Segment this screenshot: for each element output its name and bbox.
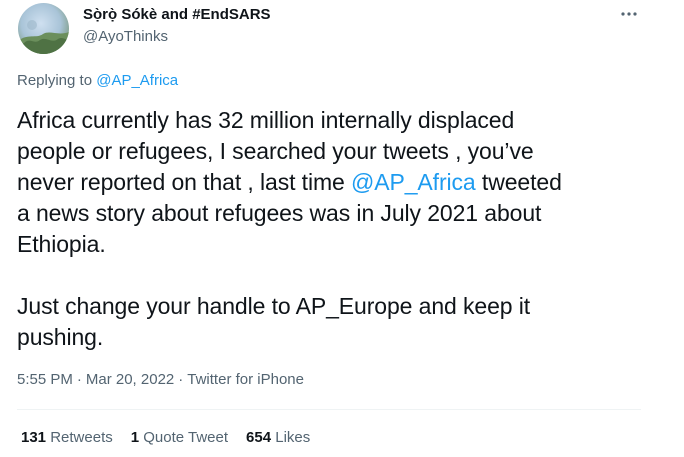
- tweet-metadata: 5:55 PM · Mar 20, 2022 · Twitter for iPhone: [17, 370, 304, 390]
- likes-label: Likes: [275, 429, 311, 446]
- tweet-text-segment: never reported on that , last time: [17, 169, 352, 195]
- replying-to-label: Replying to: [17, 72, 93, 89]
- quote-tweets-count: 1: [130, 429, 140, 446]
- tweet-paragraph-2: Just change your handle to AP_Europe and…: [17, 291, 657, 353]
- tweet-paragraph-1: Africa currently has 32 million internal…: [17, 105, 657, 260]
- more-options-button[interactable]: [614, 2, 644, 26]
- quote-tweets-label: Quote Tweet: [143, 429, 229, 446]
- tweet-time[interactable]: 5:55 PM: [17, 371, 73, 388]
- more-horizontal-icon: [621, 12, 637, 16]
- replying-to: Replying to @AP_Africa: [17, 71, 178, 91]
- tweet-text: Africa currently has 32 million internal…: [17, 105, 657, 353]
- tweet-line: pushing.: [17, 324, 104, 350]
- tweet-line: Just change your handle to AP_Europe and…: [17, 293, 531, 319]
- quote-tweets-stat[interactable]: 1 Quote Tweet: [131, 428, 228, 448]
- avatar[interactable]: [18, 3, 69, 54]
- meta-separator: ·: [178, 371, 184, 388]
- retweets-stat[interactable]: 131 Retweets: [21, 428, 113, 448]
- retweets-count: 131: [21, 429, 47, 446]
- tweet-line: Ethiopia.: [17, 231, 106, 257]
- tweet-line: a news story about refugees was in July …: [17, 200, 542, 226]
- tweet: Sọ̀rọ̀ Sókè and #EndSARS @AyoThinks Repl…: [0, 0, 684, 457]
- divider: [17, 409, 641, 410]
- replying-to-mention[interactable]: @AP_Africa: [96, 72, 178, 89]
- tweet-line: Africa currently has 32 million internal…: [17, 107, 515, 133]
- meta-separator: ·: [76, 371, 82, 388]
- tweet-date[interactable]: Mar 20, 2022: [86, 371, 174, 388]
- author-display-name[interactable]: Sọ̀rọ̀ Sókè and #EndSARS: [83, 5, 271, 25]
- engagement-stats: 131 Retweets 1 Quote Tweet 654 Likes: [21, 428, 328, 448]
- tweet-line: people or refugees, I searched your twee…: [17, 138, 534, 164]
- likes-stat[interactable]: 654 Likes: [246, 428, 310, 448]
- avatar-image: [18, 3, 69, 54]
- tweet-line: never reported on that , last time @AP_A…: [17, 167, 657, 198]
- tweet-source[interactable]: Twitter for iPhone: [187, 371, 304, 388]
- author-handle[interactable]: @AyoThinks: [83, 27, 168, 47]
- tweet-text-segment: tweeted: [475, 169, 562, 195]
- retweets-label: Retweets: [50, 429, 113, 446]
- likes-count: 654: [246, 429, 272, 446]
- tweet-mention-link[interactable]: @AP_Africa: [351, 169, 476, 195]
